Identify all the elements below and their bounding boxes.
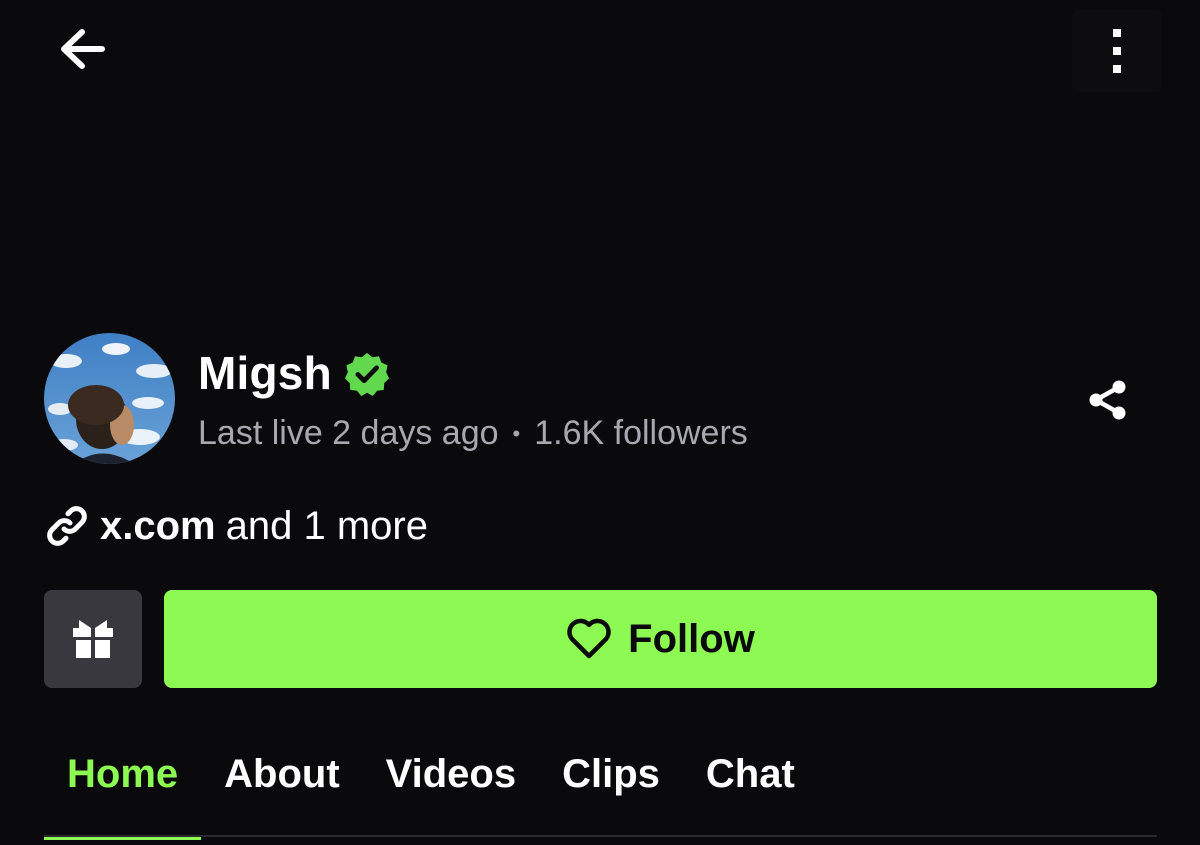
more-options-button[interactable]	[1072, 10, 1162, 92]
social-links[interactable]: x.com and 1 more	[44, 503, 428, 549]
follow-label: Follow	[628, 616, 755, 661]
verified-badge-icon	[344, 352, 389, 397]
last-live-text: Last live 2 days ago	[198, 414, 499, 452]
tab-clips[interactable]: Clips	[539, 745, 683, 840]
back-button[interactable]	[52, 24, 112, 74]
tab-about[interactable]: About	[201, 745, 363, 840]
tab-videos[interactable]: Videos	[363, 745, 539, 840]
share-icon	[1089, 380, 1126, 420]
profile-tabs: Home About Videos Clips Chat	[44, 745, 818, 840]
avatar[interactable]	[44, 333, 175, 464]
link-more[interactable]: and 1 more	[226, 504, 428, 549]
gift-icon	[73, 620, 113, 658]
link-icon	[47, 506, 87, 546]
link-primary[interactable]: x.com	[100, 504, 216, 549]
tabs-divider	[44, 835, 1157, 837]
channel-meta: Last live 2 days ago • 1.6K followers	[198, 414, 748, 453]
share-button[interactable]	[1078, 370, 1138, 430]
tab-home[interactable]: Home	[44, 745, 202, 840]
tab-chat[interactable]: Chat	[683, 745, 818, 840]
more-vertical-icon	[1113, 29, 1121, 73]
avatar-image	[44, 333, 175, 464]
followers-count: 1.6K followers	[534, 414, 748, 452]
separator-dot: •	[512, 420, 521, 446]
follow-button[interactable]: Follow	[164, 590, 1157, 688]
gift-button[interactable]	[44, 590, 142, 688]
heart-outline-icon	[567, 618, 611, 659]
channel-name: Migsh	[198, 347, 332, 399]
arrow-left-icon	[61, 29, 105, 69]
